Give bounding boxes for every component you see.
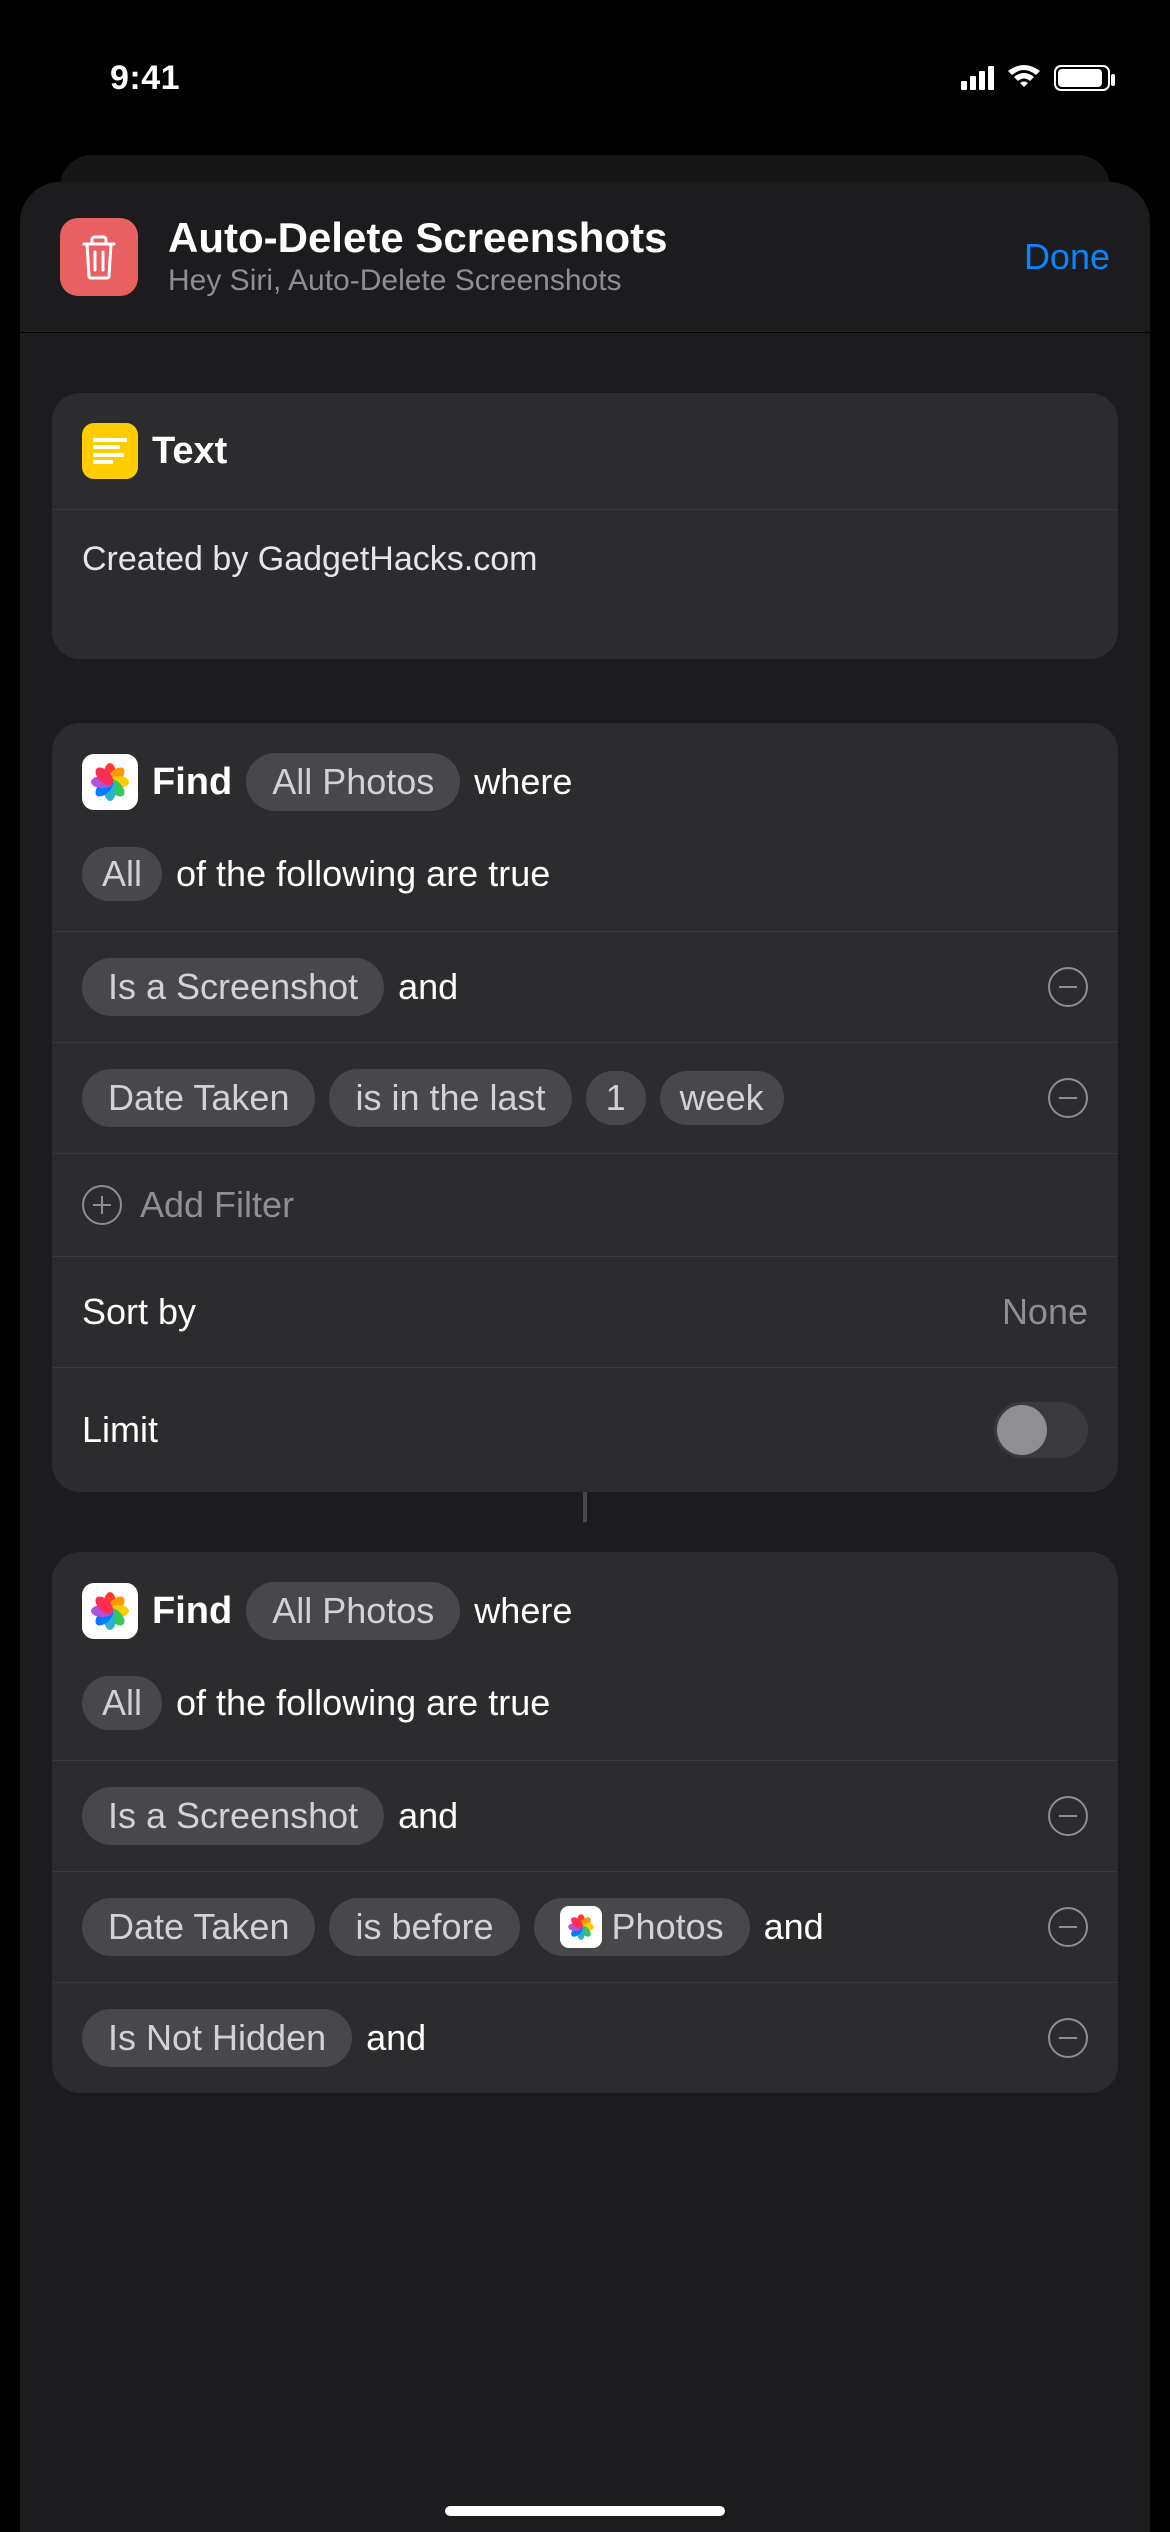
shortcut-editor-sheet: Auto-Delete Screenshots Hey Siri, Auto-D…: [20, 182, 1150, 2532]
filter-conj: and: [398, 966, 458, 1008]
add-filter-row[interactable]: Add Filter: [52, 1153, 1118, 1256]
remove-filter-button[interactable]: [1048, 967, 1088, 1007]
filter-condition-token[interactable]: Is Not Hidden: [82, 2009, 352, 2067]
find-source-token[interactable]: All Photos: [246, 1582, 460, 1640]
shortcut-subtitle: Hey Siri, Auto-Delete Screenshots: [168, 264, 1024, 298]
photos-app-icon: [82, 754, 138, 810]
home-indicator[interactable]: [445, 2506, 725, 2516]
find-where: where: [474, 761, 572, 803]
sort-by-row[interactable]: Sort by None: [52, 1256, 1118, 1367]
photos-variable-icon: [560, 1906, 602, 1948]
filter-condition-token[interactable]: Is a Screenshot: [82, 1787, 384, 1845]
remove-filter-button[interactable]: [1048, 2018, 1088, 2058]
match-text: of the following are true: [176, 1682, 550, 1724]
limit-label: Limit: [82, 1409, 158, 1451]
filter-row-date: Date Taken is in the last 1 week: [52, 1042, 1118, 1153]
status-time: 9:41: [110, 59, 180, 98]
cellular-icon: [961, 66, 994, 90]
find-source-token[interactable]: All Photos: [246, 753, 460, 811]
filter-conj: and: [764, 1906, 824, 1948]
add-filter-label: Add Filter: [140, 1184, 294, 1226]
battery-icon: [1054, 65, 1110, 91]
find-label: Find: [152, 1590, 232, 1633]
trash-icon: [78, 234, 120, 280]
filter-conj: and: [398, 1795, 458, 1837]
filter-num-token[interactable]: 1: [586, 1071, 646, 1125]
text-action-label: Text: [152, 430, 227, 473]
photos-app-icon: [82, 1583, 138, 1639]
match-mode-token[interactable]: All: [82, 847, 162, 901]
shortcut-title[interactable]: Auto-Delete Screenshots: [168, 216, 1024, 260]
find-label: Find: [152, 761, 232, 804]
limit-row: Limit: [52, 1367, 1118, 1492]
text-action-content[interactable]: Created by GadgetHacks.com: [82, 540, 1088, 579]
action-find-photos-2[interactable]: Find All Photos where All of the followi…: [52, 1552, 1118, 2093]
filter-row-date-before: Date Taken is before: [52, 1871, 1118, 1982]
filter-variable-token[interactable]: Photos: [534, 1898, 750, 1956]
plus-icon: [82, 1185, 122, 1225]
text-action-icon: [82, 423, 138, 479]
filter-row-screenshot: Is a Screenshot and: [52, 931, 1118, 1042]
actions-list: Text Created by GadgetHacks.com: [20, 333, 1150, 2093]
filter-field-token[interactable]: Date Taken: [82, 1898, 315, 1956]
match-mode-token[interactable]: All: [82, 1676, 162, 1730]
action-text[interactable]: Text Created by GadgetHacks.com: [52, 393, 1118, 659]
sort-by-value: None: [1002, 1291, 1088, 1333]
filter-variable-label: Photos: [612, 1906, 724, 1948]
done-button[interactable]: Done: [1024, 236, 1110, 278]
find-where: where: [474, 1590, 572, 1632]
filter-row-screenshot: Is a Screenshot and: [52, 1760, 1118, 1871]
status-indicators: [961, 65, 1110, 91]
filter-row-not-hidden: Is Not Hidden and: [52, 1982, 1118, 2093]
shortcut-icon-trash[interactable]: [60, 218, 138, 296]
status-bar: 9:41: [0, 0, 1170, 140]
action-connector: [583, 1492, 587, 1522]
remove-filter-button[interactable]: [1048, 1907, 1088, 1947]
wifi-icon: [1006, 65, 1042, 91]
filter-conj: and: [366, 2017, 426, 2059]
sort-by-label: Sort by: [82, 1291, 196, 1333]
limit-switch[interactable]: [994, 1402, 1088, 1458]
match-text: of the following are true: [176, 853, 550, 895]
filter-condition-token[interactable]: Is a Screenshot: [82, 958, 384, 1016]
filter-op-token[interactable]: is in the last: [329, 1069, 571, 1127]
action-find-photos-1[interactable]: Find All Photos where All of the followi…: [52, 723, 1118, 1492]
sheet-header: Auto-Delete Screenshots Hey Siri, Auto-D…: [20, 182, 1150, 333]
filter-op-token[interactable]: is before: [329, 1898, 519, 1956]
remove-filter-button[interactable]: [1048, 1796, 1088, 1836]
filter-field-token[interactable]: Date Taken: [82, 1069, 315, 1127]
filter-unit-token[interactable]: week: [660, 1071, 784, 1125]
remove-filter-button[interactable]: [1048, 1078, 1088, 1118]
